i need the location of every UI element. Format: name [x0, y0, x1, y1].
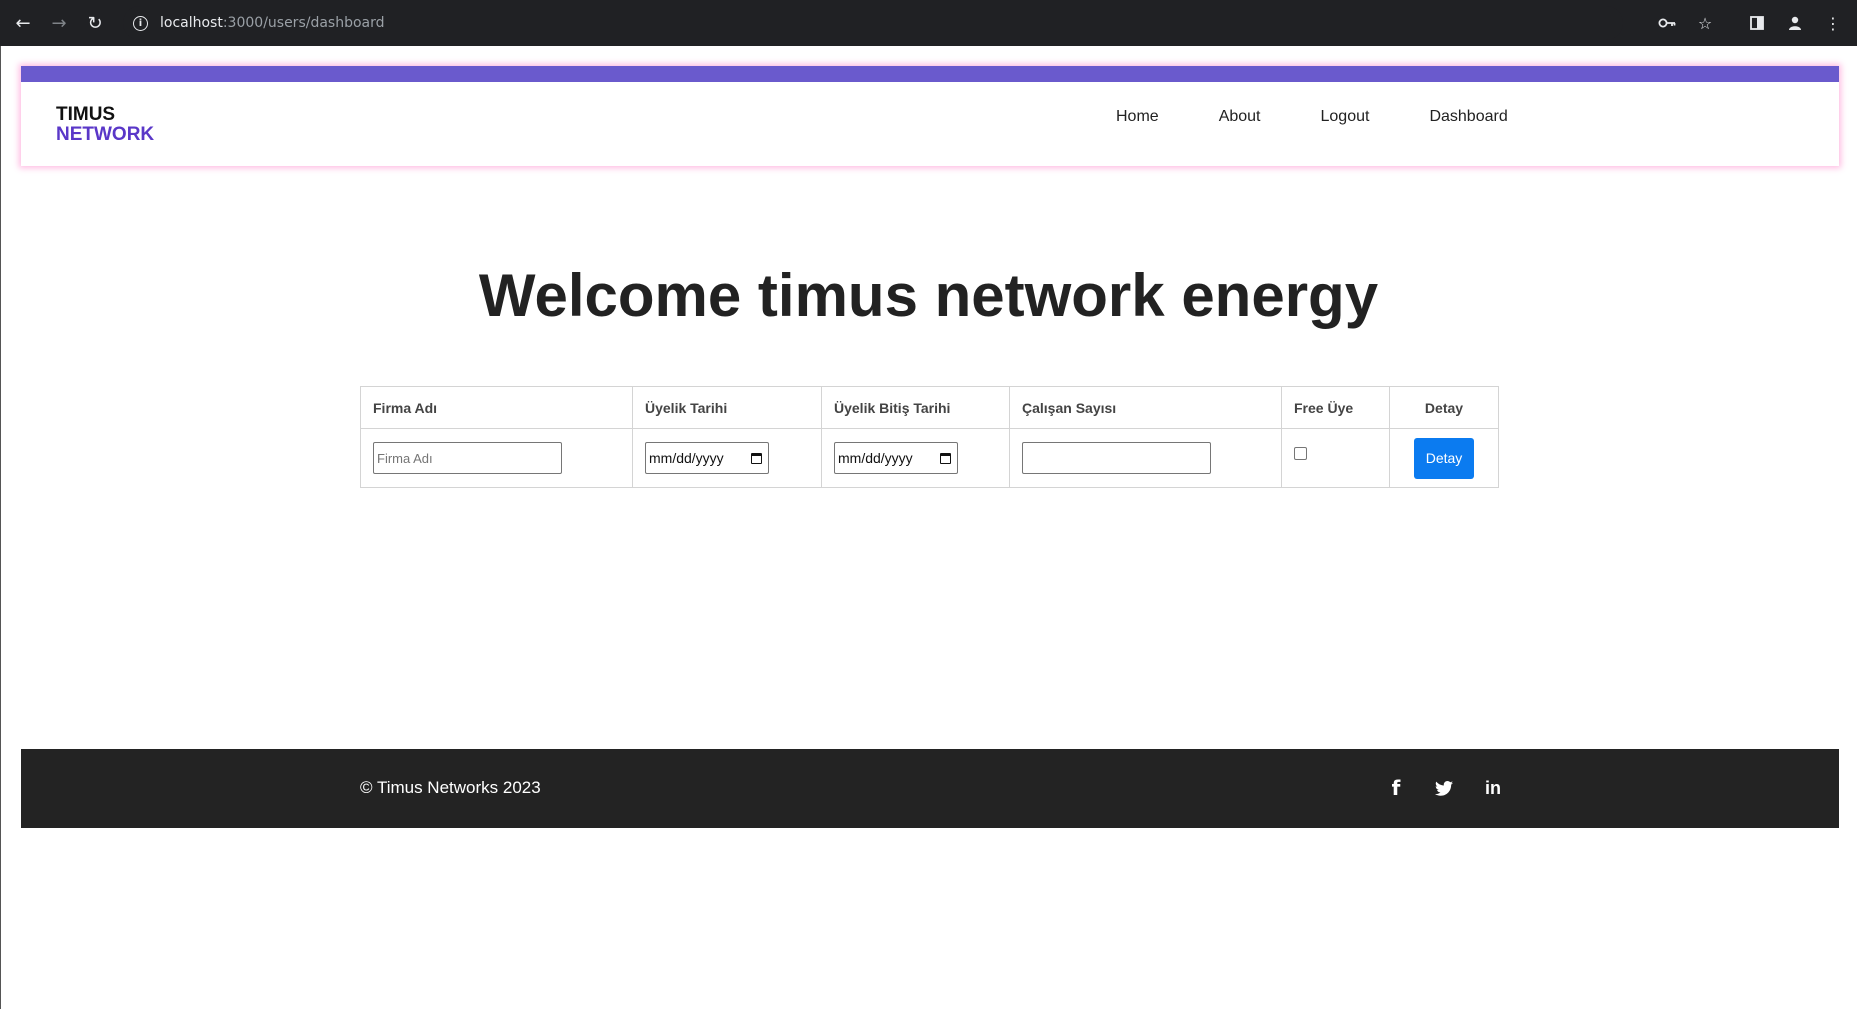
free-uye-checkbox[interactable] [1294, 446, 1307, 460]
calendar-icon[interactable] [751, 452, 762, 464]
header-uyelik-tarihi: Üyelik Tarihi [632, 386, 822, 429]
nav-link-home[interactable]: Home [1116, 108, 1159, 126]
address-bar[interactable]: i localhost:3000/users/dashboard [123, 6, 1623, 40]
company-table: Firma Adı Üyelik Tarihi Üyelik Bitiş Tar… [360, 386, 1499, 488]
logo[interactable]: TIMUS NETWORK [56, 105, 154, 145]
twitter-icon[interactable] [1433, 774, 1455, 802]
uyelik-bitis-tarihi-value: mm/dd/yyyy [838, 450, 913, 466]
firma-adi-input[interactable] [373, 442, 562, 474]
forward-icon[interactable]: → [41, 5, 77, 41]
social-links: f in [1386, 774, 1504, 802]
header-free-uye: Free Üye [1281, 386, 1390, 429]
header-uyelik-bitis-tarihi: Üyelik Bitiş Tarihi [821, 386, 1010, 429]
url-text[interactable]: localhost:3000/users/dashboard [160, 15, 385, 31]
header-firma-adi: Firma Adı [360, 386, 633, 429]
url-path: :3000/users/dashboard [222, 15, 385, 31]
page-title: Welcome timus network energy [478, 262, 1379, 329]
browser-toolbar: ← → ↻ i localhost:3000/users/dashboard ☆… [0, 0, 1857, 46]
side-panel-icon[interactable] [1739, 5, 1775, 41]
nav-link-about[interactable]: About [1219, 108, 1261, 126]
nav-link-logout[interactable]: Logout [1321, 108, 1370, 126]
cell-free-uye [1281, 428, 1390, 488]
profile-icon[interactable] [1777, 5, 1813, 41]
header-detay: Detay [1389, 386, 1499, 429]
page: TIMUS NETWORK Home About Logout Dashboar… [0, 46, 1857, 1009]
copyright-text: © Timus Networks 2023 [360, 778, 541, 797]
table-header-row: Firma Adı Üyelik Tarihi Üyelik Bitiş Tar… [360, 386, 1499, 429]
calendar-icon[interactable] [940, 452, 951, 464]
logo-line-1: TIMUS [56, 104, 116, 125]
menu-icon[interactable]: ⋮ [1815, 5, 1851, 41]
facebook-icon[interactable]: f [1386, 774, 1406, 802]
cell-uyelik-bitis-tarihi: mm/dd/yyyy [821, 428, 1010, 488]
navbar-accent-bar [21, 66, 1839, 82]
cell-uyelik-tarihi: mm/dd/yyyy [632, 428, 822, 488]
navbar: TIMUS NETWORK Home About Logout Dashboar… [21, 66, 1839, 166]
calisan-sayisi-input[interactable] [1022, 442, 1211, 474]
footer: © Timus Networks 2023 f in [21, 749, 1839, 828]
url-host: localhost [160, 15, 223, 31]
star-icon[interactable]: ☆ [1687, 5, 1723, 41]
linkedin-icon[interactable]: in [1482, 774, 1504, 802]
uyelik-tarihi-value: mm/dd/yyyy [649, 450, 724, 466]
detay-button[interactable]: Detay [1414, 437, 1474, 479]
uyelik-tarihi-input[interactable]: mm/dd/yyyy [645, 442, 769, 474]
cell-calisan-sayisi [1009, 428, 1282, 488]
cell-firma-adi [360, 428, 633, 488]
logo-line-2: NETWORK [56, 124, 155, 145]
nav-link-dashboard[interactable]: Dashboard [1429, 108, 1507, 126]
nav-links: Home About Logout Dashboard [1116, 108, 1568, 126]
browser-nav-buttons: ← → ↻ [5, 5, 113, 41]
window-edge [0, 46, 1, 1009]
browser-actions: ☆ ⋮ [1649, 5, 1851, 41]
reload-icon[interactable]: ↻ [77, 5, 113, 41]
back-icon[interactable]: ← [5, 5, 41, 41]
header-calisan-sayisi: Çalışan Sayısı [1009, 386, 1282, 429]
info-icon[interactable]: i [133, 15, 148, 31]
table-row: mm/dd/yyyy mm/dd/yyyy Det [360, 428, 1499, 488]
cell-detay: Detay [1389, 428, 1499, 488]
uyelik-bitis-tarihi-input[interactable]: mm/dd/yyyy [834, 442, 958, 474]
key-icon[interactable] [1649, 5, 1685, 41]
